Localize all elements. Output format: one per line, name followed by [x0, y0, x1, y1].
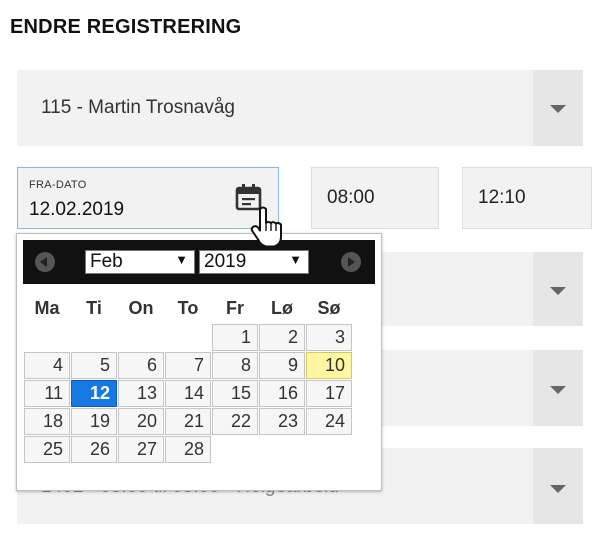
calendar-grid: Ma Ti On To Fr Lø Sø 1 2 3 4 5 6 7 8 9 10 11 12 13 14… [23, 292, 353, 464]
employee-select-toggle[interactable] [533, 70, 583, 146]
calendar-day[interactable]: 9 [259, 352, 305, 379]
calendar-day[interactable]: 26 [71, 436, 117, 463]
calendar-day[interactable]: 23 [259, 408, 305, 435]
time-to-value: 12:10 [478, 187, 526, 208]
calendar-day[interactable]: 24 [306, 408, 352, 435]
calendar-day[interactable]: 17 [306, 380, 352, 407]
datepicker-popup: Feb ▼ 2019 ▼ Ma Ti On To Fr Lø Sø 123456… [16, 233, 382, 491]
calendar-day[interactable]: 2 [259, 324, 305, 351]
calendar-day[interactable]: 16 [259, 380, 305, 407]
calendar-week-row: 4 5 6 7 8 9 10 [24, 352, 352, 379]
calendar-week-row: 25 26 27 28 [24, 436, 352, 463]
weekday-header: To [177, 297, 199, 318]
calendar-week-row: 11 12 13 14 15 16 17 [24, 380, 352, 407]
calendar-day[interactable]: 14 [165, 380, 211, 407]
select-4-toggle[interactable] [533, 350, 583, 426]
next-month-icon[interactable] [341, 252, 361, 272]
employee-select[interactable]: 115 - Martin Trosnavåg [17, 70, 583, 146]
employee-select-value: 115 - Martin Trosnavåg [41, 97, 235, 118]
from-date-value: 12.02.2019 [29, 199, 125, 220]
calendar-week-row: 123 [24, 324, 352, 351]
calendar-day[interactable]: 11 [24, 380, 70, 407]
page-title: ENDRE REGISTRERING [10, 16, 242, 38]
time-from-input[interactable]: 08:00 [311, 167, 439, 229]
datepicker-header: Feb ▼ 2019 ▼ [23, 240, 375, 284]
calendar-day[interactable]: 18 [24, 408, 70, 435]
weekday-header: Ma [34, 297, 60, 318]
prev-month-icon[interactable] [35, 252, 55, 272]
calendar-day[interactable]: 7 [165, 352, 211, 379]
year-select-value: 2019 [204, 251, 247, 272]
calendar-day[interactable]: 25 [24, 436, 70, 463]
weekday-header: Sø [317, 297, 341, 318]
calendar-day[interactable]: 1 [212, 324, 258, 351]
calendar-day[interactable]: 8 [212, 352, 258, 379]
hand-pointer-cursor [250, 206, 282, 248]
weekday-header: Ti [86, 297, 102, 318]
chevron-down-icon: ▼ [175, 252, 188, 267]
calendar-day[interactable]: 19 [71, 408, 117, 435]
weekday-header: Fr [226, 297, 244, 318]
calendar-day[interactable]: 28 [165, 436, 211, 463]
calendar-day[interactable]: 21 [165, 408, 211, 435]
calendar-day[interactable]: 13 [118, 380, 164, 407]
from-date-field[interactable]: FRA-DATO 12.02.2019 [17, 167, 279, 229]
time-to-input[interactable]: 12:10 [462, 167, 592, 229]
calendar-day[interactable]: 5 [71, 352, 117, 379]
calendar-day[interactable]: 6 [118, 352, 164, 379]
weekday-header: On [128, 297, 154, 318]
select-5-toggle[interactable] [533, 448, 583, 524]
chevron-down-icon [550, 287, 566, 295]
calendar-day[interactable]: 4 [24, 352, 70, 379]
select-3-toggle[interactable] [533, 252, 583, 326]
calendar-day[interactable]: 20 [118, 408, 164, 435]
calendar-day[interactable]: 3 [306, 324, 352, 351]
calendar-day[interactable]: 15 [212, 380, 258, 407]
chevron-down-icon [550, 105, 566, 113]
chevron-down-icon: ▼ [289, 252, 302, 267]
calendar-body: 1 2 3 4 5 6 7 8 9 10 11 12 13 14 15 16 17 18 19 20 21 22 23 24 2… [24, 324, 352, 463]
chevron-down-icon [550, 485, 566, 493]
weekday-header: Lø [271, 297, 293, 318]
month-select-value: Feb [90, 251, 123, 272]
calendar-day[interactable]: 10 [306, 352, 352, 379]
calendar-day[interactable]: 22 [212, 408, 258, 435]
chevron-down-icon [550, 386, 566, 394]
from-date-label: FRA-DATO [29, 179, 87, 191]
calendar-day[interactable]: 27 [118, 436, 164, 463]
year-select[interactable]: 2019 ▼ [199, 250, 309, 274]
calendar-day[interactable]: 12 [71, 380, 117, 407]
time-from-value: 08:00 [327, 187, 375, 208]
month-select[interactable]: Feb ▼ [85, 250, 195, 274]
calendar-week-row: 18 19 20 21 22 23 24 [24, 408, 352, 435]
